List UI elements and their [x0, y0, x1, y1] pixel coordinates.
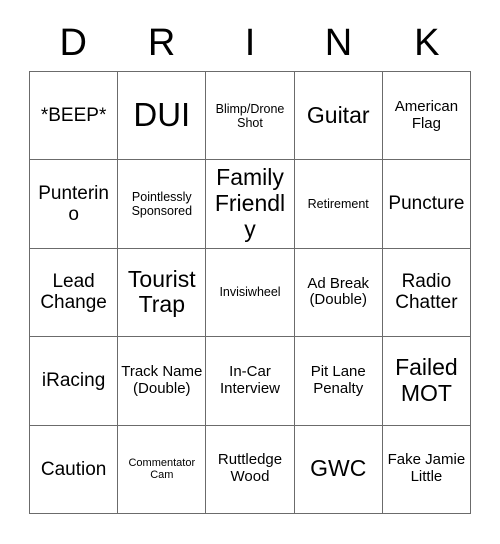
bingo-cell-label: Blimp/Drone Shot	[215, 101, 285, 130]
bingo-cell-label: In-Car Interview	[219, 363, 281, 397]
bingo-cell-label: Puncture	[388, 193, 465, 215]
bingo-cell-label: Lead Change	[40, 271, 107, 314]
header-letter-2: I	[244, 21, 256, 64]
bingo-cell[interactable]: Retirement	[294, 160, 383, 249]
bingo-cell[interactable]: Commentator Cam	[118, 425, 207, 514]
bingo-cell-label: Track Name (Double)	[121, 363, 203, 397]
bingo-cell[interactable]: iRacing	[30, 337, 119, 426]
bingo-cell[interactable]: Invisiwheel	[206, 248, 295, 338]
bingo-cell-label: American Flag	[394, 97, 459, 132]
bingo-cell[interactable]: Failed MOT	[382, 337, 472, 426]
bingo-cell[interactable]: Fake Jamie Little	[382, 425, 472, 514]
bingo-cell[interactable]: *BEEP*	[30, 72, 119, 161]
bingo-cell-label: Radio Chatter	[395, 271, 458, 314]
header-letter-1: R	[147, 21, 176, 64]
bingo-cell[interactable]: Track Name (Double)	[118, 337, 207, 426]
bingo-cell[interactable]: Ad Break (Double)	[294, 248, 383, 338]
bingo-header-row: D R I N K	[29, 14, 471, 71]
bingo-cell[interactable]: Blimp/Drone Shot	[206, 72, 295, 161]
bingo-cell-label: Caution	[40, 458, 107, 480]
header-letter-3: N	[324, 21, 353, 64]
bingo-row: iRacing Track Name (Double) In-Car Inter…	[30, 337, 472, 426]
bingo-cell-label: Guitar	[306, 101, 370, 128]
bingo-cell-label: *BEEP*	[40, 105, 107, 127]
bingo-cell-label: Fake Jamie Little	[387, 451, 466, 486]
bingo-cell[interactable]: In-Car Interview	[206, 337, 295, 426]
bingo-cell[interactable]: Guitar	[294, 72, 383, 161]
header-letter-0: D	[59, 21, 87, 64]
bingo-cell[interactable]: Lead Change	[30, 248, 119, 338]
bingo-cell-label: Retirement	[307, 197, 369, 212]
bingo-cell-label: Tourist Trap	[127, 265, 196, 318]
bingo-cell[interactable]: American Flag	[382, 72, 472, 161]
bingo-card: D R I N K *BEEP* DUI Blimp/Drone Shot Gu…	[29, 14, 472, 514]
bingo-cell-label: Punterino	[38, 182, 109, 226]
bingo-cell[interactable]: Puncture	[382, 160, 472, 249]
bingo-row: Caution Commentator Cam Ruttledge Wood G…	[30, 425, 472, 514]
bingo-cell-label: Pointlessly Sponsored	[131, 190, 193, 219]
bingo-cell[interactable]: Radio Chatter	[382, 248, 472, 338]
bingo-cell-label: DUI	[133, 96, 191, 134]
bingo-row: Punterino Pointlessly Sponsored Family F…	[30, 160, 472, 249]
bingo-cell-label: Pit Lane Penalty	[310, 363, 366, 397]
bingo-cell-label: Ruttledge Wood	[217, 451, 283, 486]
bingo-cell-label: GWC	[310, 455, 367, 482]
bingo-cell[interactable]: Ruttledge Wood	[206, 425, 295, 514]
bingo-cell-label: iRacing	[41, 370, 106, 392]
bingo-cell[interactable]: Caution	[30, 425, 119, 514]
bingo-cell-label: Invisiwheel	[219, 285, 281, 300]
bingo-cell[interactable]: Family Friendly	[206, 160, 295, 249]
bingo-cell[interactable]: Tourist Trap	[118, 248, 207, 338]
bingo-cell[interactable]: Pointlessly Sponsored	[118, 160, 207, 249]
header-letter-4: K	[414, 21, 440, 64]
bingo-row: Lead Change Tourist Trap Invisiwheel Ad …	[30, 248, 472, 338]
bingo-cell-label: Family Friendly	[214, 164, 286, 242]
bingo-grid: *BEEP* DUI Blimp/Drone Shot Guitar Ameri…	[29, 71, 472, 514]
bingo-cell-label: Failed MOT	[395, 354, 458, 406]
bingo-cell[interactable]: DUI	[118, 72, 207, 161]
bingo-cell[interactable]: Pit Lane Penalty	[294, 337, 383, 426]
bingo-row: *BEEP* DUI Blimp/Drone Shot Guitar Ameri…	[30, 72, 472, 161]
bingo-cell[interactable]: GWC	[294, 425, 383, 514]
bingo-cell-label: Ad Break (Double)	[307, 274, 370, 309]
bingo-cell[interactable]: Punterino	[30, 160, 119, 249]
bingo-cell-label: Commentator Cam	[128, 456, 196, 482]
